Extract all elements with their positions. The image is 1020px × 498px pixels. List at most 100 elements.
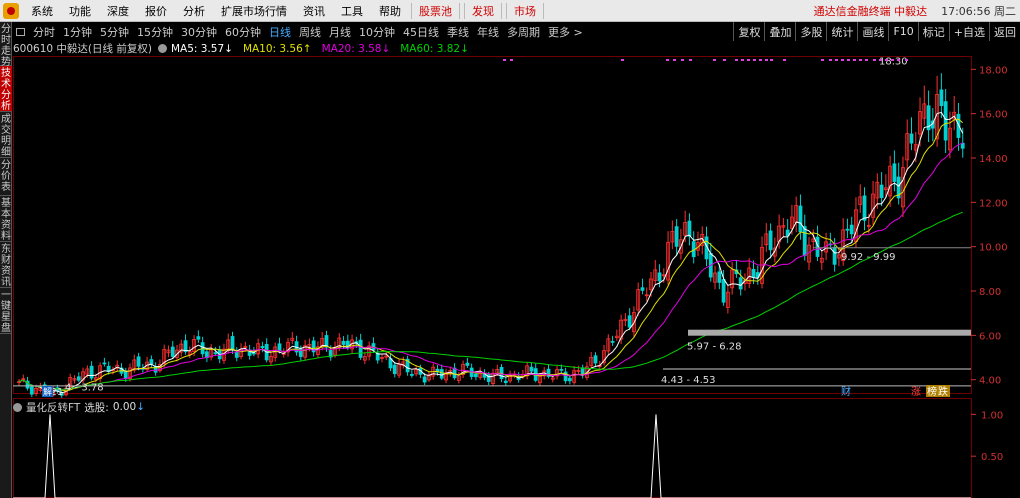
menu-bar: 系统 功能 深度 报价 分析 扩展市场行情 资讯 工具 帮助 股票池 发现 市场… (0, 0, 1020, 22)
multi-stock-button[interactable]: 多股 (795, 22, 826, 41)
period-weekly[interactable]: 周线 (295, 24, 325, 40)
tab-trade-detail[interactable]: 成交明细 (0, 112, 12, 158)
menu-item-news[interactable]: 资讯 (295, 3, 333, 19)
bang-marker: 榜 (927, 385, 937, 398)
candle-body (738, 277, 743, 290)
statistics-button[interactable]: 统计 (826, 22, 857, 41)
candle-body (170, 346, 175, 357)
period-monthly[interactable]: 月线 (325, 24, 355, 40)
event-dot (673, 59, 676, 61)
left-tab-bar: 分时走势 技术分析 成交明细 分价表 基本资料 东财资讯 一键星盘 (0, 22, 12, 498)
price-tick-label: 8.00 (979, 287, 1001, 298)
f10-button[interactable]: F10 (888, 22, 917, 41)
candle-body (149, 359, 154, 365)
menu-item-system[interactable]: 系统 (23, 3, 61, 19)
add-favorite-button[interactable]: +自选 (948, 22, 989, 41)
draw-line-button[interactable]: 画线 (857, 22, 888, 41)
candle-body (845, 228, 850, 231)
tab-timeshare[interactable]: 分时走势 (0, 22, 12, 68)
back-button[interactable]: 返回 (989, 22, 1020, 41)
menu-item-stock-pool[interactable]: 股票池 (411, 2, 460, 19)
period-10min[interactable]: 10分钟 (355, 24, 399, 40)
clock: 17:06:56 周二 (941, 4, 1016, 18)
candle-body (768, 230, 773, 251)
menu-item-help[interactable]: 帮助 (371, 3, 409, 19)
period-30min[interactable]: 30分钟 (177, 24, 221, 40)
event-dot (735, 59, 738, 61)
event-dot (747, 59, 750, 61)
event-dot (765, 59, 768, 61)
indicator-line (13, 414, 971, 498)
menu-item-market[interactable]: 市场 (506, 2, 544, 19)
candle-body (640, 287, 645, 291)
indicator-settings-icon[interactable] (157, 44, 167, 53)
period-60min[interactable]: 60分钟 (221, 24, 265, 40)
period-45day[interactable]: 45日线 (399, 24, 443, 40)
layout-toggle-icon[interactable] (16, 27, 25, 36)
price-tick-label: 10.00 (979, 243, 1008, 254)
high-label: 18.30 (879, 57, 908, 68)
candle-body (892, 163, 897, 182)
chart-frame (13, 56, 972, 394)
candle-body (687, 220, 692, 237)
candle-body (593, 355, 598, 364)
candlestick-chart[interactable]: 18.00 16.00 14.00 12.00 10.00 8.00 6.00 4.00 9.9… (13, 56, 1020, 398)
candle-body (136, 356, 141, 367)
period-15min[interactable]: 15分钟 (133, 24, 177, 40)
event-dot (681, 59, 684, 61)
event-dot (741, 59, 744, 61)
event-dot (835, 59, 838, 61)
low-range-label: 4 - 3.78 (65, 382, 104, 393)
event-dot (783, 59, 786, 61)
ma60-label: MA60: 3.82↓ (400, 42, 469, 55)
right-toolbar: 复权 叠加 多股 统计 画线 F10 标记 +自选 返回 (733, 22, 1020, 41)
period-daily[interactable]: 日线 (265, 24, 295, 40)
die-marker: 跌 (938, 385, 948, 398)
period-1min[interactable]: 1分钟 (59, 24, 96, 40)
candle-body (213, 352, 218, 355)
ticker-text: 通达信金融终端 中毅达 (813, 4, 928, 18)
candle-body (358, 339, 363, 358)
period-quarterly[interactable]: 季线 (443, 24, 473, 40)
overlay-button[interactable]: 叠加 (764, 22, 795, 41)
indicator-pane-icon[interactable] (13, 402, 22, 412)
menu-item-ext-market[interactable]: 扩展市场行情 (213, 3, 295, 19)
tab-technical[interactable]: 技术分析 (0, 66, 12, 112)
candle-body (251, 352, 256, 355)
indicator-chart[interactable]: 1.00 0.50 (13, 398, 1020, 498)
tab-eastmoney-news[interactable]: 东财资讯 (0, 242, 12, 288)
menu-item-discover[interactable]: 发现 (464, 2, 502, 19)
event-dot (847, 59, 850, 61)
candle-body (627, 315, 632, 328)
event-dot (859, 59, 862, 61)
menu-item-function[interactable]: 功能 (61, 3, 99, 19)
menu-item-analysis[interactable]: 分析 (175, 3, 213, 19)
candle-body (76, 376, 81, 381)
menu-item-depth[interactable]: 深度 (99, 3, 137, 19)
event-dot (821, 59, 824, 61)
mark-button[interactable]: 标记 (917, 22, 949, 41)
period-yearly[interactable]: 年线 (473, 24, 503, 40)
period-multi[interactable]: 多周期 (503, 24, 544, 40)
zone-label-2: 5.97 - 6.28 (687, 342, 742, 353)
candle-body (674, 226, 679, 247)
candle-body (277, 343, 282, 351)
menu-item-tools[interactable]: 工具 (333, 3, 371, 19)
period-timeshare[interactable]: 分时 (29, 24, 59, 40)
candle-body (439, 369, 444, 379)
tab-price-table[interactable]: 分价表 (0, 158, 12, 196)
indicator-tick-label: 1.00 (981, 410, 1003, 421)
period-more[interactable]: 更多 > (544, 24, 587, 40)
tab-star-disk[interactable]: 一键星盘 (0, 288, 12, 334)
tab-basic-info[interactable]: 基本资料 (0, 196, 12, 242)
event-dot (873, 59, 876, 61)
candle-body (802, 226, 807, 256)
indicator-value: 0.00 (112, 401, 137, 413)
period-5min[interactable]: 5分钟 (96, 24, 133, 40)
event-dot (621, 59, 624, 61)
adjust-button[interactable]: 复权 (733, 22, 764, 41)
menu-item-quote[interactable]: 报价 (137, 3, 175, 19)
candle-body (559, 368, 564, 371)
candles (17, 73, 965, 398)
stock-title: 600610 中毅达(日线 前复权) (13, 43, 152, 55)
